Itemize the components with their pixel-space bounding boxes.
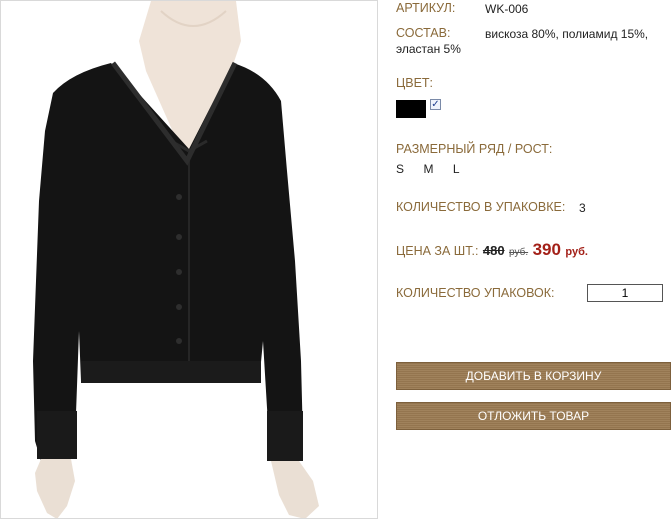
article-value: WK-006 <box>485 2 529 16</box>
composition-value-line2: эластан 5% <box>396 42 461 56</box>
packs-quantity-input[interactable] <box>587 284 663 302</box>
cardigan-image <box>33 1 319 518</box>
new-price: 390 <box>532 240 561 259</box>
old-price-currency: руб. <box>509 247 529 258</box>
postpone-button[interactable]: ОТЛОЖИТЬ ТОВАР <box>396 402 671 430</box>
article-label: АРТИКУЛ: <box>396 1 456 15</box>
composition-value-line1: вискоза 80%, полиамид 15%, <box>485 27 649 41</box>
composition-label: СОСТАВ: <box>396 26 451 40</box>
price-block: ЦЕНА ЗА ШТ.: 480 руб. 390 руб. <box>396 240 588 260</box>
size-option[interactable]: L <box>453 162 460 176</box>
packs-label: КОЛИЧЕСТВО УПАКОВОК: <box>396 286 555 300</box>
color-label: ЦВЕТ: <box>396 76 434 90</box>
size-option[interactable]: M <box>423 162 433 176</box>
new-price-currency: руб. <box>565 246 588 258</box>
size-list: S M L <box>396 160 475 178</box>
size-option[interactable]: S <box>396 162 404 176</box>
size-label: РАЗМЕРНЫЙ РЯД / РОСТ: <box>396 142 553 156</box>
add-to-cart-button[interactable]: ДОБАВИТЬ В КОРЗИНУ <box>396 362 671 390</box>
pack-qty-value: 3 <box>579 201 586 215</box>
product-photo[interactable] <box>0 0 378 519</box>
old-price: 480 <box>482 243 505 258</box>
price-label: ЦЕНА ЗА ШТ.: <box>396 244 479 258</box>
color-checkbox[interactable]: ✓ <box>430 99 441 110</box>
color-swatch-black[interactable] <box>396 100 426 118</box>
pack-qty-label: КОЛИЧЕСТВО В УПАКОВКЕ: <box>396 200 566 214</box>
